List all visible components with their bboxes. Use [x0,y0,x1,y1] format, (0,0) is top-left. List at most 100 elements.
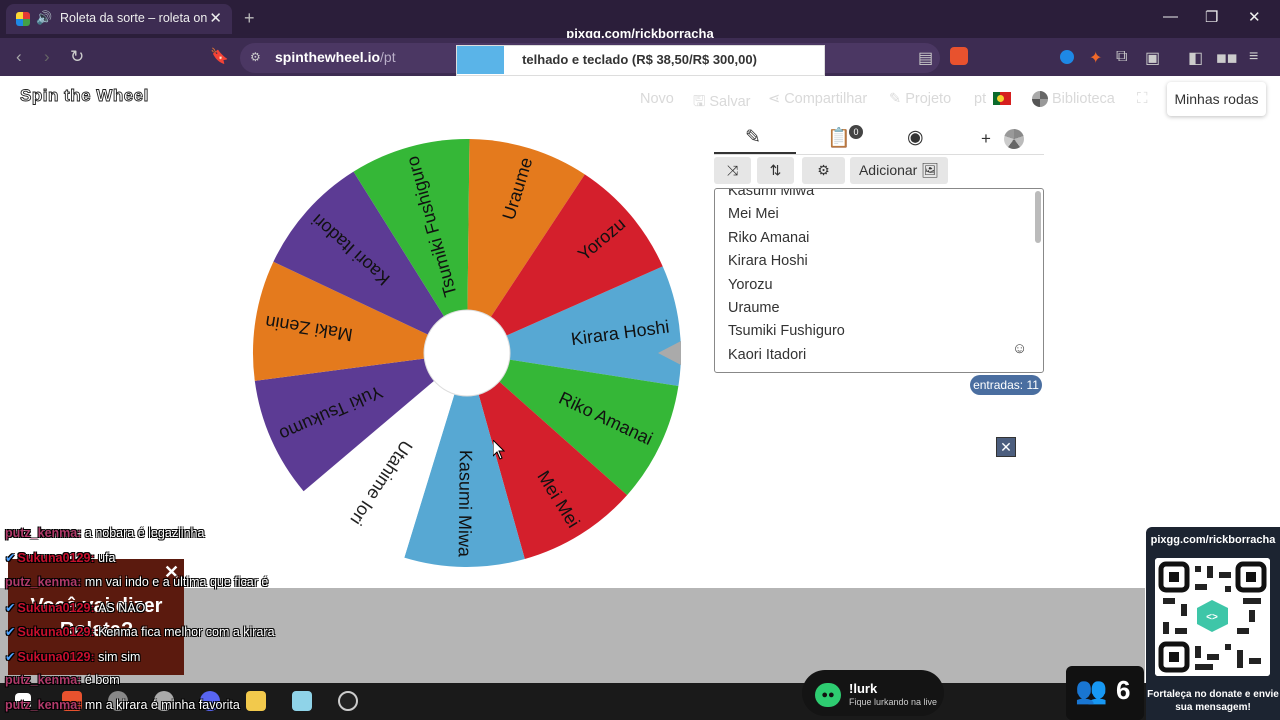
entry-line[interactable]: Kasumi Miwa [728,189,814,199]
results-count-badge: 0 [849,125,863,139]
my-wheels-button[interactable]: Minhas rodas [1167,82,1266,116]
entry-line[interactable]: Uraume [728,300,780,316]
close-icon[interactable]: ✕ [996,437,1016,457]
shuffle-icon: ⤨ [726,162,739,178]
entry-line[interactable]: Kirara Hoshi [728,253,808,269]
close-tab-icon[interactable]: ✕ [209,9,222,27]
minimize-icon[interactable]: — [1163,8,1178,25]
tab-title: Roleta da sorte – roleta onlin [60,11,208,25]
brave-shield-icon[interactable] [950,47,968,65]
chat-text: AS NAO [98,601,146,615]
bookmark-icon[interactable]: 🔖 [210,47,229,65]
menu-project-label: Projeto [905,91,952,107]
chat-text: é bom [84,673,120,687]
url-text[interactable]: spinthewheel.io/pt [275,49,396,65]
extension-rewards-icon[interactable]: ✦ [1089,48,1102,68]
url-path: /pt [380,49,396,65]
chat-message: ✔ Sukuna0129: Kenma fica melhor com a kir… [5,624,275,639]
entry-line[interactable]: Mei Mei [728,206,779,222]
qr-url: pixgg.com/rickborracha [1150,534,1276,546]
menu-project[interactable]: ✎ Projeto [889,91,951,107]
add-image-label: Adicionar [858,162,918,178]
verified-check-icon: ✔ [5,601,16,615]
folder-taskbar-icon[interactable] [246,691,266,711]
notepad-taskbar-icon[interactable] [292,691,312,711]
users-icon: 👥 [1075,675,1108,705]
menu-save[interactable]: 🖫 Salvar [693,91,751,116]
chat-message: putz_kenma: mn vai indo e a última que f… [5,575,268,589]
qr-code-icon: <> [1155,558,1270,676]
qr-message: Fortaleça no donate e envie sua mensagem… [1147,689,1279,713]
chat-message: ✔ Sukuna0129: AS NAO [5,600,145,615]
edit-entries-tab[interactable]: ✎ [745,126,761,149]
entry-line[interactable]: Riko Amanai [728,230,809,246]
extensions-puzzle-icon[interactable]: ⧉ [1116,48,1127,66]
chat-username: putz_kenma: [5,575,85,589]
sidebar-toggle-icon[interactable]: ◧ [1188,48,1203,68]
emoji-icon[interactable]: ☺ [1012,340,1027,357]
mouse-cursor-icon [493,440,505,460]
add-image-button[interactable]: Adicionar 🖼 [850,157,948,184]
image-icon: 🖼 [921,162,940,178]
chat-message: putz_kenma: a nobara é legaziinha [5,526,204,540]
wallet-icon[interactable]: ▣ [1145,48,1160,68]
menu-new[interactable]: Novo [640,91,674,107]
site-logo[interactable]: Spin the Wheel [20,86,149,106]
restore-icon[interactable]: ❐ [1205,8,1218,26]
chat-username: putz_kenma: [5,698,85,712]
vpn-icon[interactable]: ◼◼ [1216,50,1238,66]
chat-text: mn a kirara é minha favorita [84,698,240,712]
entry-line[interactable]: Yorozu [728,277,773,293]
chat-message: ✔ Sukuna0129: sim sim [5,649,140,664]
favicon-icon [16,12,30,26]
menu-save-label: Salvar [709,94,751,110]
hidden-tab[interactable]: ◉ [907,126,924,149]
close-window-icon[interactable]: ✕ [1248,8,1261,26]
chat-username: Sukuna0129: [17,625,99,639]
add-wheel-icon[interactable]: + [981,129,991,149]
obs-taskbar-icon[interactable] [338,691,358,711]
fullscreen-icon[interactable]: ⛶ [1137,90,1148,107]
entry-line[interactable]: Kaori Itadori [728,347,806,363]
menu-icon[interactable]: ≡ [1249,48,1258,66]
eyes-icon: ●● [815,683,841,707]
library-wheel-icon[interactable] [1032,91,1048,107]
shuffle-button[interactable]: ⤨ [714,157,751,184]
menu-language[interactable]: pt [974,91,986,107]
eye-slash-icon: ◉ [907,127,924,148]
chat-message: ✔ Sukuna0129: ufa [5,550,115,565]
wheel-thumbnail-icon[interactable] [1004,129,1024,149]
wheel-segment-label: Kasumi Miwa [455,450,476,558]
site-settings-icon[interactable]: ⚙ [250,50,261,64]
svg-text:<>: <> [1206,612,1218,623]
gear-icon: ⚙ [817,162,830,178]
reload-icon[interactable]: ↻ [70,47,84,67]
extension-icon[interactable] [1060,50,1074,64]
back-icon[interactable]: ‹ [16,47,22,67]
share-icon: ⋖ [768,91,785,107]
spin-wheel[interactable]: Kirara HoshiRiko AmanaiMei MeiKasumi Miw… [250,136,688,570]
donation-goal-text: telhado e teclado (R$ 38,50/R$ 300,00) [522,52,757,67]
chat-text: Kenma fica melhor com a kirara [98,625,275,639]
wheel-center-button[interactable] [423,309,511,397]
chat-message: putz_kenma: mn a kirara é minha favorita [5,698,240,712]
verified-check-icon: ✔ [5,551,16,565]
chat-text: a nobara é legaziinha [84,526,205,540]
flag-emblem [997,95,1004,102]
entries-scrollbar[interactable] [1035,191,1041,243]
menu-library[interactable]: Biblioteca [1052,91,1115,107]
forward-icon[interactable]: › [44,47,50,67]
menu-share[interactable]: ⋖ Compartilhar [768,91,867,107]
chat-text: sim sim [98,650,141,664]
verified-check-icon: ✔ [5,650,16,664]
speaker-icon[interactable]: 🔊 [36,10,52,26]
reader-mode-icon[interactable]: ▤ [918,48,933,68]
chat-username: putz_kenma: [5,526,85,540]
entry-line[interactable]: Tsumiki Fushiguro [728,323,845,339]
entries-count-badge: entradas: 11 [970,375,1042,395]
settings-button[interactable]: ⚙ [802,157,845,184]
sort-button[interactable]: ⇅ [757,157,794,184]
results-tab[interactable]: 📋 [827,126,851,150]
pencil-icon: ✎ [889,91,906,107]
lurk-title: !lurk [849,681,878,696]
